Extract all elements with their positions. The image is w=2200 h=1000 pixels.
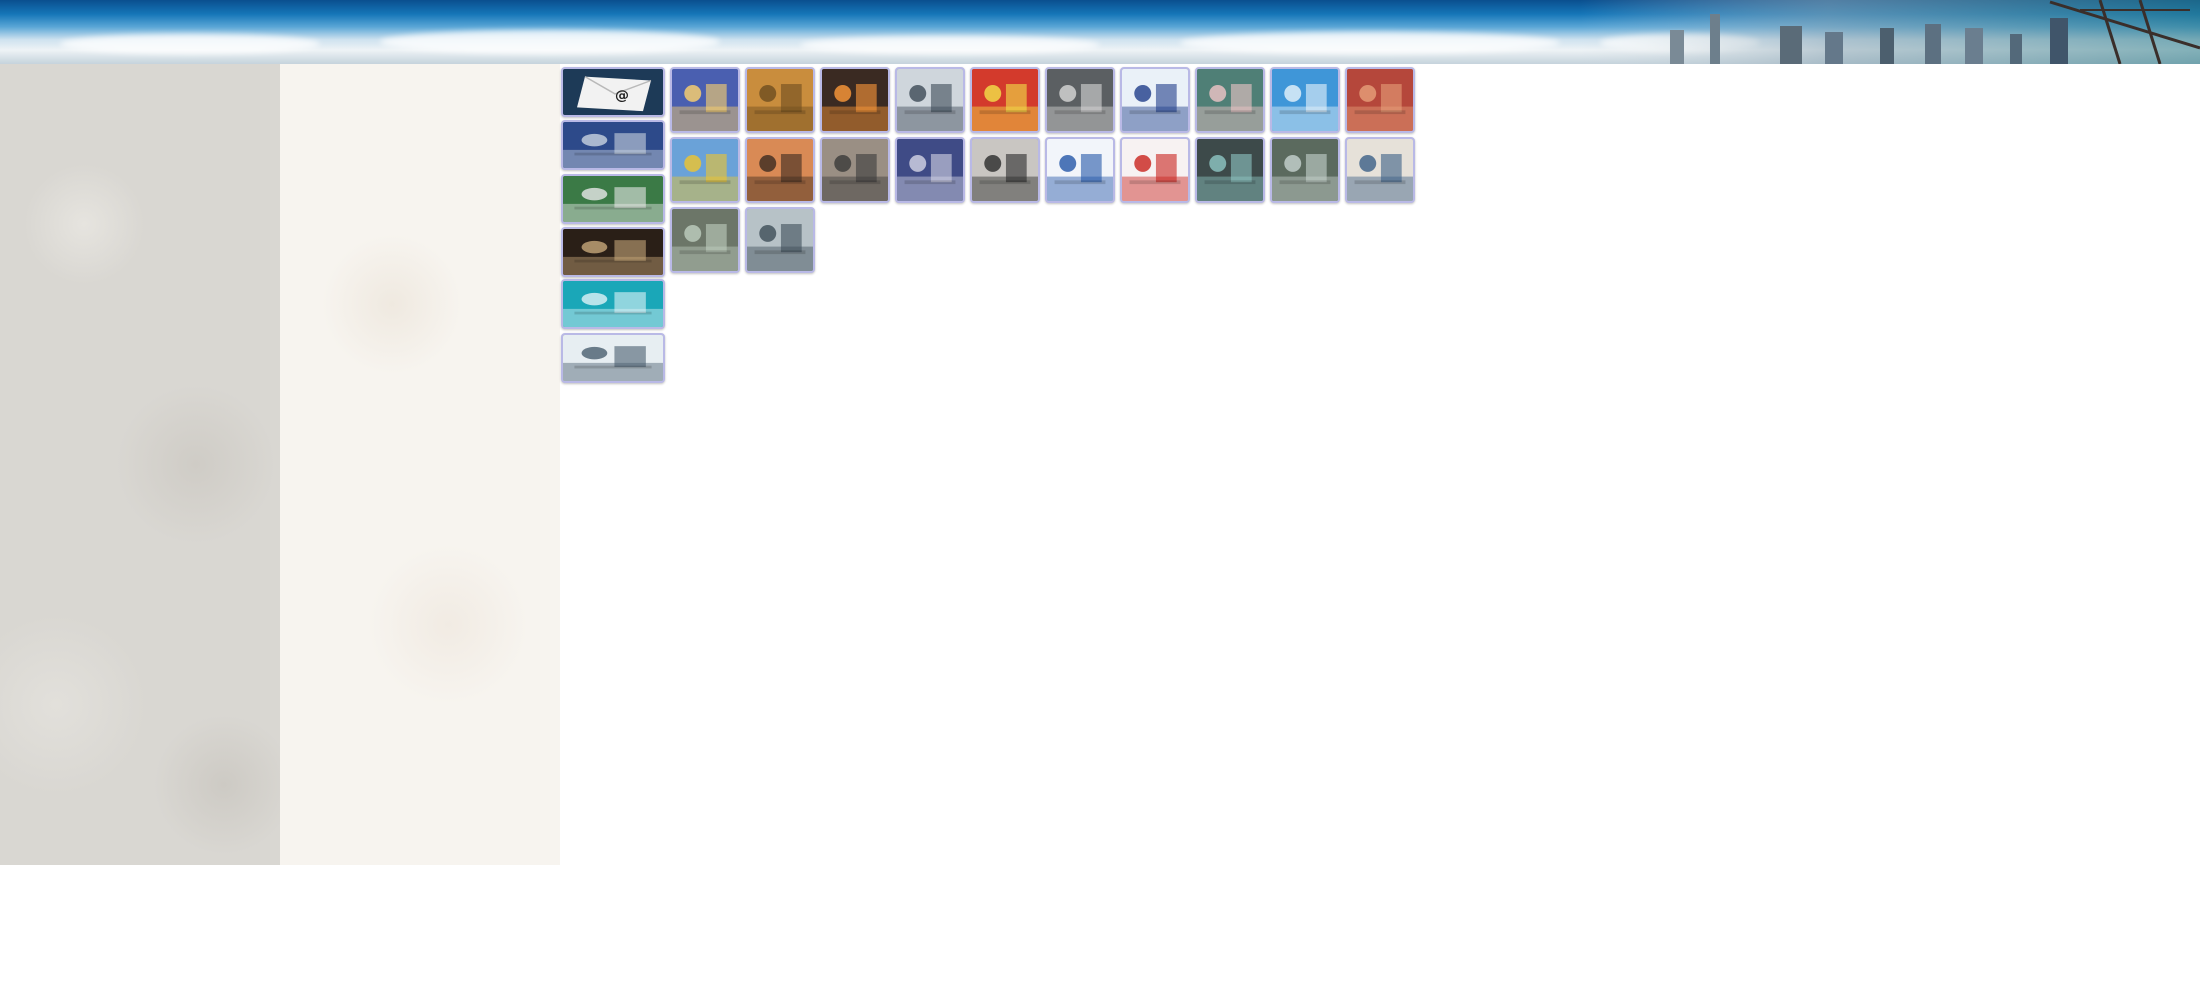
tower-crane-sky-photo[interactable] bbox=[1270, 67, 1340, 133]
group-visit-photo[interactable] bbox=[970, 137, 1040, 203]
office-desks-photo[interactable] bbox=[1045, 67, 1115, 133]
welding-sparks-photo[interactable] bbox=[820, 67, 890, 133]
texture-panel-left bbox=[0, 64, 280, 865]
city-skyline-icon bbox=[1580, 0, 2200, 64]
alarm-clock-photo[interactable] bbox=[561, 227, 665, 277]
texture-panel-middle bbox=[280, 64, 560, 865]
stage-meeting-photo[interactable] bbox=[895, 137, 965, 203]
rebar-work-photo[interactable] bbox=[1345, 67, 1415, 133]
monitor-room-photo[interactable] bbox=[1195, 137, 1265, 203]
engineers-site-photo[interactable] bbox=[670, 137, 740, 203]
header-banner bbox=[0, 0, 2200, 64]
training-room-photo[interactable] bbox=[895, 67, 965, 133]
website-screenshot-red[interactable] bbox=[1120, 137, 1190, 203]
sunset-crane-photo[interactable] bbox=[670, 67, 740, 133]
scaffold-tower-photo[interactable] bbox=[745, 67, 815, 133]
cctv-wall-photo[interactable] bbox=[670, 207, 740, 273]
website-screenshot-blue[interactable] bbox=[1045, 137, 1115, 203]
drafting-desk-photo[interactable] bbox=[1345, 137, 1415, 203]
office-meeting-photo[interactable] bbox=[561, 333, 665, 383]
svg-text:@: @ bbox=[615, 88, 629, 104]
operator-screens-photo[interactable] bbox=[745, 207, 815, 273]
workers-hardhats-photo[interactable] bbox=[970, 67, 1040, 133]
crane-orange-sky-photo[interactable] bbox=[745, 137, 815, 203]
building-photo[interactable] bbox=[561, 120, 665, 170]
control-center-photo[interactable] bbox=[1270, 137, 1340, 203]
smartphone-hand-photo[interactable] bbox=[561, 279, 665, 329]
email-envelope-icon[interactable]: @ bbox=[561, 67, 665, 117]
classroom-hands-photo[interactable] bbox=[561, 174, 665, 224]
inspector-board-photo[interactable] bbox=[1120, 67, 1190, 133]
site-inspection-photo[interactable] bbox=[820, 137, 890, 203]
computer-operator-photo[interactable] bbox=[1195, 67, 1265, 133]
